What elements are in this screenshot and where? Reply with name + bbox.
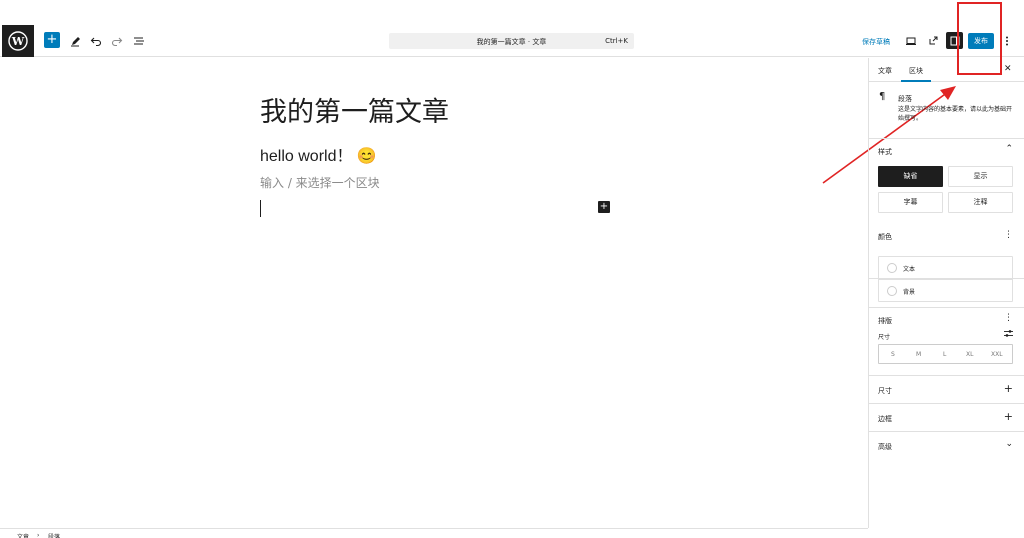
font-size-label: 尺寸 <box>878 334 891 341</box>
editor-canvas[interactable]: 我的第一篇文章 hello world！ 😊 输入 / 来选择一个区块 + <box>0 58 868 528</box>
size-l-option[interactable]: L <box>943 351 946 358</box>
color-background-item[interactable]: 背景 <box>879 279 1012 301</box>
style-subtitle-button[interactable]: 字幕 <box>878 192 943 213</box>
color-text-item[interactable]: 文本 <box>879 257 1012 279</box>
border-panel[interactable]: 边框 + <box>869 404 1024 432</box>
border-panel-title: 边框 <box>878 415 892 423</box>
block-breadcrumb: 文章 › 段落 <box>0 528 868 538</box>
settings-sidebar: 文章 区块 ✕ ¶ 段落 这是文字内容的基本要素，请以此为基础开始撰写。 样式 … <box>868 58 1024 528</box>
size-settings-icon[interactable] <box>1004 329 1013 341</box>
advanced-panel-title: 高级 <box>878 443 892 451</box>
dimensions-panel[interactable]: 尺寸 + <box>869 376 1024 404</box>
add-dimensions-icon[interactable]: + <box>1004 382 1013 395</box>
active-tab-indicator <box>901 80 931 82</box>
typography-options-icon[interactable]: ⋮ <box>1004 313 1013 323</box>
breadcrumb-separator: › <box>37 532 40 538</box>
dimensions-panel-title: 尺寸 <box>878 387 892 395</box>
add-border-icon[interactable]: + <box>1004 410 1013 423</box>
breadcrumb-paragraph[interactable]: 段落 <box>48 532 60 538</box>
size-m-option[interactable]: M <box>916 351 921 358</box>
inline-inserter-button[interactable]: + <box>598 201 610 213</box>
color-background-label: 背景 <box>903 289 916 296</box>
typography-panel-title: 排版 <box>878 317 892 325</box>
color-options-icon[interactable]: ⋮ <box>1004 230 1013 240</box>
paragraph-icon: ¶ <box>879 91 886 102</box>
post-title[interactable]: 我的第一篇文章 <box>260 90 449 129</box>
typography-panel: 排版 ⋮ 尺寸 S M L XL XXL <box>869 308 1024 376</box>
advanced-panel[interactable]: 高级 ⌄ <box>869 432 1024 460</box>
size-xl-option[interactable]: XL <box>966 351 973 358</box>
color-list: 文本 背景 <box>878 256 1013 302</box>
tab-block[interactable]: 区块 <box>909 66 923 76</box>
color-text-label: 文本 <box>903 266 916 273</box>
style-default-button[interactable]: 缺省 <box>878 166 943 187</box>
block-placeholder[interactable]: 输入 / 来选择一个区块 <box>260 174 380 191</box>
color-panel: 颜色 ⋮ 文本 背景 <box>869 222 1024 308</box>
block-card: ¶ 段落 这是文字内容的基本要素，请以此为基础开始撰写。 <box>869 83 1024 139</box>
style-display-button[interactable]: 显示 <box>948 166 1013 187</box>
font-size-picker: S M L XL XXL <box>878 344 1013 364</box>
sidebar-tabs: 文章 区块 ✕ <box>869 58 1024 82</box>
breadcrumb-post[interactable]: 文章 <box>17 532 29 538</box>
text-cursor <box>260 200 261 217</box>
styles-panel-title[interactable]: 样式 <box>878 147 892 157</box>
text-color-swatch-icon <box>887 263 897 273</box>
tab-post[interactable]: 文章 <box>878 66 892 76</box>
size-s-option[interactable]: S <box>891 351 895 358</box>
color-panel-title: 颜色 <box>878 233 892 241</box>
close-icon[interactable]: ✕ <box>1004 64 1012 74</box>
chevron-down-icon[interactable]: ⌄ <box>1005 439 1013 449</box>
size-xxl-option[interactable]: XXL <box>991 351 1003 358</box>
block-description: 这是文字内容的基本要素，请以此为基础开始撰写。 <box>898 106 1013 122</box>
block-name: 段落 <box>898 95 912 103</box>
paragraph-block[interactable]: hello world！ 😊 <box>260 142 377 166</box>
chevron-up-icon[interactable]: ⌃ <box>1005 144 1013 154</box>
style-annotation-button[interactable]: 注释 <box>948 192 1013 213</box>
background-color-swatch-icon <box>887 286 897 296</box>
